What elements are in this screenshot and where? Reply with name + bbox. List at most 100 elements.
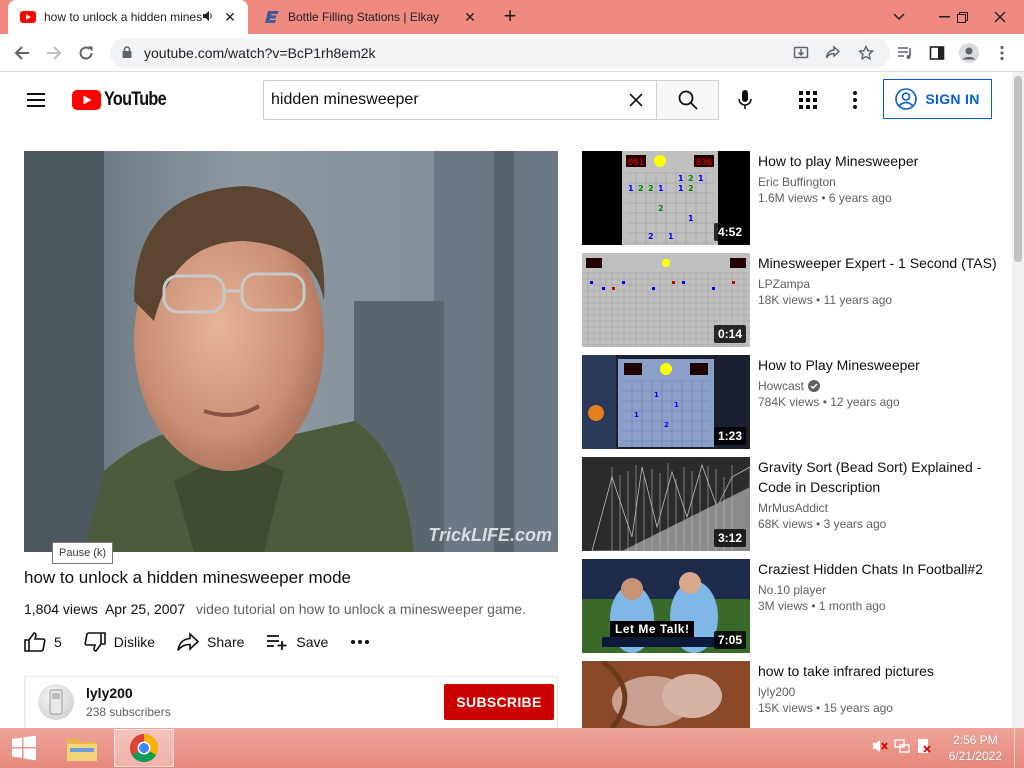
chrome-taskbar-button[interactable] xyxy=(114,729,174,767)
new-tab-button[interactable]: + xyxy=(498,5,522,29)
related-video-channel[interactable]: No.10 player xyxy=(758,583,998,597)
related-age: 15 years ago xyxy=(823,701,893,715)
tab-youtube[interactable]: how to unlock a hidden minesweeper mode … xyxy=(8,0,248,34)
lock-icon[interactable] xyxy=(122,45,134,61)
video-thumbnail[interactable]: 1 1 1 2 1:23 xyxy=(582,355,750,449)
side-panel-icon[interactable] xyxy=(923,39,951,67)
related-video-title[interactable]: Minesweeper Expert - 1 Second (TAS) xyxy=(758,253,998,273)
page-scrollbar[interactable] xyxy=(1012,72,1024,728)
tab-elkay[interactable]: Bottle Filling Stations | Elkay ✕ xyxy=(252,0,488,34)
clear-search-icon[interactable] xyxy=(616,81,656,119)
video-thumbnail[interactable]: Let Me Talk! 7:05 xyxy=(582,559,750,653)
svg-text:1: 1 xyxy=(668,232,674,241)
dislike-button[interactable]: Dislike xyxy=(84,632,155,652)
related-video-stats: 15K views • 15 years ago xyxy=(758,701,893,715)
related-video[interactable]: 3:12 Gravity Sort (Bead Sort) Explained … xyxy=(582,457,1002,551)
close-tab-icon[interactable]: ✕ xyxy=(220,7,240,27)
start-button[interactable] xyxy=(0,728,48,768)
video-thumbnail[interactable]: 0:14 xyxy=(582,253,750,347)
sign-in-button[interactable]: SIGN IN xyxy=(883,79,992,119)
restore-icon[interactable] xyxy=(942,0,982,34)
youtube-logo-text: YouTube xyxy=(104,89,167,110)
network-icon[interactable] xyxy=(894,738,910,754)
svg-text:036: 036 xyxy=(696,158,712,168)
address-bar[interactable]: youtube.com/watch?v=BcP1rh8em2k xyxy=(110,38,890,68)
settings-more-icon[interactable] xyxy=(843,88,867,112)
tab-search-icon[interactable] xyxy=(879,0,919,34)
related-video-title[interactable]: how to take infrared pictures xyxy=(758,661,998,681)
related-views: 18K views xyxy=(758,293,813,307)
elkay-favicon-icon xyxy=(264,9,280,25)
system-clock[interactable]: 2:56 PM 6/21/2022 xyxy=(949,732,1002,764)
video-duration: 0:14 xyxy=(713,325,746,343)
svg-text:1: 1 xyxy=(698,174,704,183)
svg-text:1: 1 xyxy=(674,401,679,409)
back-icon[interactable] xyxy=(8,39,36,67)
show-desktop-button[interactable] xyxy=(1014,728,1024,768)
more-actions-button[interactable] xyxy=(350,639,370,645)
related-video[interactable]: 1 1 1 2 1:23 How to Play Minesweeper Howcas… xyxy=(582,355,1002,449)
channel-name[interactable]: lyly200 xyxy=(86,685,133,701)
video-description[interactable]: video tutorial on how to unlock a minesw… xyxy=(196,601,526,617)
related-video-stats: 3M views • 1 month ago xyxy=(758,599,886,613)
speaker-icon[interactable] xyxy=(202,10,218,25)
save-button[interactable]: Save xyxy=(266,633,328,651)
related-views: 1.6M views xyxy=(758,191,819,205)
search-box[interactable] xyxy=(263,80,656,120)
related-video[interactable]: 051 036 121 122112 2121 4:52 How to play… xyxy=(582,151,1002,245)
hamburger-menu-icon[interactable] xyxy=(24,88,48,112)
youtube-apps-icon[interactable] xyxy=(796,88,820,112)
video-thumbnail[interactable]: 051 036 121 122112 2121 4:52 xyxy=(582,151,750,245)
dislike-label: Dislike xyxy=(113,634,156,650)
related-video[interactable]: how to take infrared pictures lyly200 15… xyxy=(582,661,1002,728)
related-video-stats: 1.6M views • 6 years ago xyxy=(758,191,892,205)
search-button[interactable] xyxy=(656,80,719,120)
volume-muted-icon[interactable] xyxy=(872,738,888,754)
related-channel-name: lyly200 xyxy=(758,685,796,699)
close-window-icon[interactable] xyxy=(980,0,1020,34)
related-video-title[interactable]: Craziest Hidden Chats In Football#2 xyxy=(758,559,998,579)
forward-icon[interactable] xyxy=(40,39,68,67)
svg-text:1: 1 xyxy=(634,411,639,419)
video-meta: 1,804 views Apr 25, 2007 video tutorial … xyxy=(24,601,526,617)
search-icon xyxy=(678,90,698,110)
clock-time: 2:56 PM xyxy=(952,733,998,747)
related-video[interactable]: Let Me Talk! 7:05 Craziest Hidden Chats … xyxy=(582,559,1002,653)
related-video-channel[interactable]: Howcast xyxy=(758,379,998,393)
video-actions: 5 Dislike Share Save xyxy=(24,630,392,654)
related-video-channel[interactable]: Eric Buffington xyxy=(758,175,998,189)
install-app-icon[interactable] xyxy=(787,39,815,67)
profile-icon[interactable] xyxy=(955,39,983,67)
channel-avatar[interactable] xyxy=(38,684,74,720)
more-horizontal-icon xyxy=(351,640,370,644)
subscribe-button[interactable]: SUBSCRIBE xyxy=(444,684,554,720)
video-thumbnail[interactable]: 3:12 xyxy=(582,457,750,551)
close-tab-icon[interactable]: ✕ xyxy=(460,7,480,27)
search-input[interactable] xyxy=(271,91,616,109)
microphone-icon[interactable] xyxy=(733,88,757,112)
action-center-icon[interactable] xyxy=(916,738,932,754)
reload-icon[interactable] xyxy=(72,39,100,67)
related-video[interactable]: 0:14 Minesweeper Expert - 1 Second (TAS)… xyxy=(582,253,1002,347)
share-button[interactable]: Share xyxy=(177,632,244,652)
related-video-channel[interactable]: lyly200 xyxy=(758,685,998,699)
related-views: 15K views xyxy=(758,701,813,715)
verified-badge-icon xyxy=(808,380,821,392)
related-video-title[interactable]: How to Play Minesweeper xyxy=(758,355,998,375)
related-video-title[interactable]: How to play Minesweeper xyxy=(758,151,998,171)
scrollbar-thumb[interactable] xyxy=(1014,76,1022,262)
video-player[interactable]: TrickLIFE.com xyxy=(24,151,558,552)
share-page-icon[interactable] xyxy=(819,39,847,67)
related-video-channel[interactable]: LPZampa xyxy=(758,277,998,291)
thumbs-down-icon xyxy=(84,632,106,652)
bookmark-star-icon[interactable] xyxy=(852,39,880,67)
related-video-channel[interactable]: MrMusAddict xyxy=(758,501,998,515)
media-control-icon[interactable] xyxy=(891,39,919,67)
related-video-info: Minesweeper Expert - 1 Second (TAS) LPZa… xyxy=(758,253,998,307)
like-button[interactable]: 5 xyxy=(24,632,62,652)
youtube-logo[interactable]: YouTube xyxy=(72,88,177,112)
file-explorer-taskbar-button[interactable] xyxy=(52,729,112,767)
chrome-menu-icon[interactable] xyxy=(988,39,1016,67)
related-video-title[interactable]: Gravity Sort (Bead Sort) Explained - Cod… xyxy=(758,457,998,497)
video-thumbnail[interactable] xyxy=(582,661,750,728)
